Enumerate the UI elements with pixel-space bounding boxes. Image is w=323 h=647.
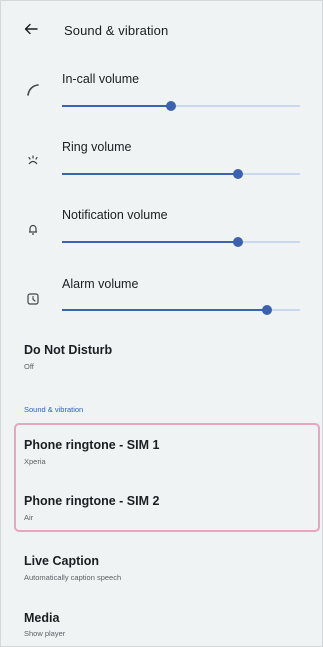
ring-volume-fill <box>62 173 239 175</box>
section-header: Sound & vibration <box>24 405 84 414</box>
in-call-volume-row: In-call volume <box>0 60 323 120</box>
notification-volume-fill <box>62 241 239 243</box>
notification-volume-thumb[interactable] <box>233 237 244 247</box>
alarm-volume-slider[interactable] <box>62 305 300 315</box>
alarm-volume-thumb[interactable] <box>261 305 272 315</box>
media-item[interactable]: Media Show player <box>0 600 323 644</box>
do-not-disturb-status: Off <box>24 362 34 371</box>
bell-icon <box>29 224 37 235</box>
ring-volume-row: Ring volume <box>0 130 323 190</box>
notification-volume-slider[interactable] <box>62 237 300 247</box>
notification-volume-row: Notification volume <box>0 198 323 258</box>
alarm-volume-fill <box>62 309 267 311</box>
in-call-volume-slider[interactable] <box>62 101 300 111</box>
do-not-disturb-title: Do Not Disturb <box>24 343 113 357</box>
ring-volume-label: Ring volume <box>62 140 132 154</box>
ringtone-sim1-title: Phone ringtone - SIM 1 <box>24 438 160 452</box>
ringtone-sim1-item[interactable]: Phone ringtone - SIM 1 Xperia <box>0 430 323 474</box>
live-caption-description: Automatically caption speech <box>24 573 122 582</box>
media-description: Show player <box>24 629 66 638</box>
ringtone-sim2-title: Phone ringtone - SIM 2 <box>24 494 160 508</box>
ring-volume-thumb[interactable] <box>233 169 244 179</box>
alarm-volume-row: Alarm volume <box>0 268 323 328</box>
notification-volume-label: Notification volume <box>62 208 168 222</box>
alarm-icon <box>27 293 39 305</box>
in-call-volume-label: In-call volume <box>62 72 140 86</box>
ringtone-sim2-value: Air <box>24 513 34 522</box>
ring-volume-slider[interactable] <box>62 169 300 179</box>
app-bar: Sound & vibration <box>0 0 323 64</box>
phone-call-icon <box>27 84 39 96</box>
in-call-volume-fill <box>62 105 172 107</box>
in-call-volume-thumb[interactable] <box>166 101 177 111</box>
media-title: Media <box>24 611 60 625</box>
alarm-volume-label: Alarm volume <box>62 277 139 291</box>
page-title: Sound & vibration <box>64 23 169 38</box>
live-caption-title: Live Caption <box>24 554 100 568</box>
ringtone-sim1-value: Xperia <box>24 457 46 466</box>
back-arrow-icon[interactable] <box>24 22 38 36</box>
ringtone-sim2-item[interactable]: Phone ringtone - SIM 2 Air <box>0 484 323 528</box>
do-not-disturb-item[interactable]: Do Not Disturb Off <box>0 336 323 386</box>
live-caption-item[interactable]: Live Caption Automatically caption speec… <box>0 546 323 590</box>
vibrate-ring-icon <box>28 155 38 165</box>
